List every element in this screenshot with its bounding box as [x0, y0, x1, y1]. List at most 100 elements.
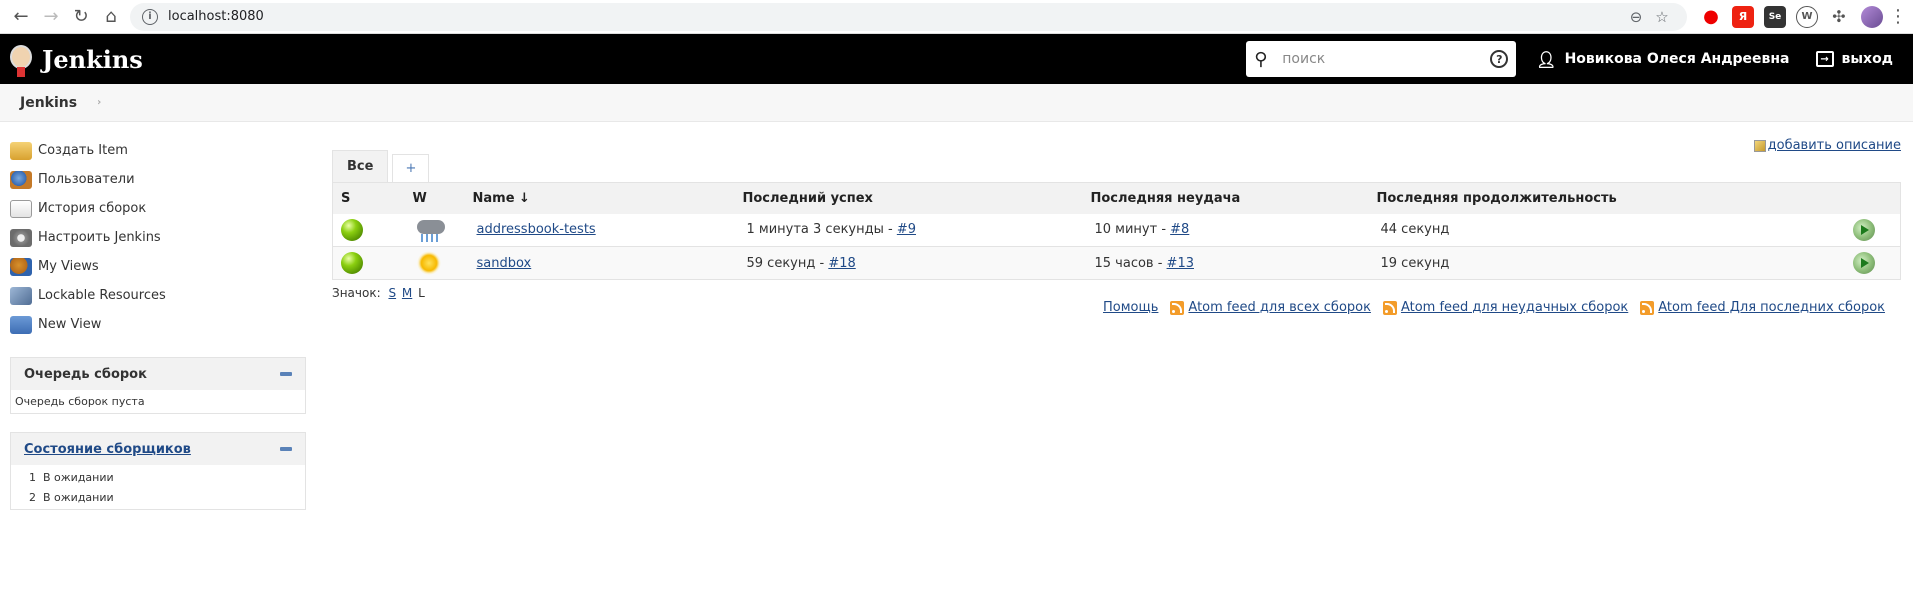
add-description-label: добавить описание [1767, 138, 1901, 153]
job-link[interactable]: addressbook-tests [477, 222, 596, 237]
icon-size-small[interactable]: S [388, 286, 396, 300]
people-icon [10, 170, 32, 189]
yandex-extension-icon[interactable]: Я [1732, 5, 1754, 28]
sidebar-item-label: Создать Item [38, 143, 128, 158]
feed-latest-link[interactable]: Atom feed Для последних сборок [1640, 300, 1885, 315]
footer-links: Помощь Atom feed для всех сборок Atom fe… [332, 300, 1901, 315]
lock-icon [10, 286, 32, 305]
gear-icon [10, 228, 32, 247]
home-icon[interactable]: ⌂ [96, 2, 126, 32]
jenkins-logo-icon[interactable] [8, 41, 34, 77]
sidebar-item-label: Настроить Jenkins [38, 230, 161, 245]
help-icon[interactable]: ? [1490, 50, 1509, 68]
search-box: ⚲ ? [1246, 41, 1517, 77]
status-success-ball-icon[interactable] [341, 218, 363, 241]
help-link[interactable]: Помощь [1103, 300, 1158, 315]
build-link[interactable]: #8 [1170, 222, 1189, 237]
tab-all[interactable]: Все [332, 150, 389, 182]
schedule-build-icon[interactable] [1852, 218, 1875, 241]
column-header-actions [1840, 182, 1901, 214]
bookmark-star-icon[interactable]: ☆ [1649, 4, 1675, 30]
selenium-extension-icon[interactable]: Se [1764, 5, 1786, 28]
table-row: addressbook-tests 1 минута 3 секунды - #… [333, 214, 1901, 247]
executors-panel: Состояние сборщиков 1 В ожидании 2 В ожи… [10, 432, 306, 510]
column-header-last-duration[interactable]: Последняя продолжительность [1368, 182, 1841, 214]
collapse-icon[interactable] [280, 372, 292, 376]
address-bar[interactable]: i localhost:8080 ⊖ ☆ [130, 2, 1687, 31]
folder-icon [10, 315, 32, 334]
column-header-last-failure[interactable]: Последняя неудача [1082, 182, 1369, 214]
status-success-ball-icon[interactable] [341, 252, 363, 274]
browser-menu-icon[interactable]: ⋮ [1889, 6, 1907, 27]
icon-size-medium[interactable]: M [402, 286, 412, 300]
profile-avatar[interactable] [1861, 5, 1883, 28]
column-header-last-success[interactable]: Последний успех [734, 182, 1083, 214]
reload-icon[interactable]: ↻ [66, 2, 96, 32]
column-header-name[interactable]: Name ↓ [464, 182, 735, 214]
sidebar-item-people[interactable]: Пользователи [10, 165, 306, 194]
sidebar-item-lockable-resources[interactable]: Lockable Resources [10, 281, 306, 310]
extensions-puzzle-icon[interactable]: ✣ [1828, 5, 1850, 28]
icon-size-legend: Значок: S M L [332, 286, 1901, 300]
view-tabs: Все + [332, 150, 1901, 182]
build-link[interactable]: #13 [1167, 256, 1194, 271]
opera-extension-icon[interactable]: ● [1700, 5, 1722, 28]
main-content: добавить описание Все + S W Name ↓ После… [306, 136, 1913, 510]
feed-all-link[interactable]: Atom feed для всех сборок [1170, 300, 1371, 315]
build-queue-title: Очередь сборок [24, 366, 147, 382]
build-link[interactable]: #9 [897, 222, 916, 237]
executors-title-link[interactable]: Состояние сборщиков [24, 442, 191, 457]
column-header-weather[interactable]: W [404, 182, 465, 214]
rss-icon [1640, 300, 1655, 315]
collapse-icon[interactable] [280, 447, 292, 451]
url-text: localhost:8080 [168, 9, 264, 24]
rss-icon [1382, 300, 1397, 315]
last-failure-text: 15 часов - [1094, 255, 1167, 271]
sidebar-item-new-view[interactable]: New View [10, 310, 306, 339]
user-link[interactable]: 👤︎ Новикова Олеся Андреевна [1536, 50, 1789, 69]
edit-pencil-icon [1753, 139, 1766, 152]
schedule-build-icon[interactable] [1852, 252, 1875, 274]
last-success-text: 1 минута 3 секунды - [746, 222, 897, 238]
feed-failed-label: Atom feed для неудачных сборок [1400, 300, 1629, 315]
executor-status: В ожидании [43, 470, 114, 484]
feed-failed-link[interactable]: Atom feed для неудачных сборок [1382, 300, 1629, 315]
forward-icon[interactable]: → [36, 2, 66, 32]
jobs-table: S W Name ↓ Последний успех Последняя неу… [332, 182, 1901, 280]
column-header-status[interactable]: S [332, 182, 405, 214]
logout-label: выход [1841, 51, 1893, 67]
add-description-link[interactable]: добавить описание [1753, 138, 1901, 153]
icon-size-label: Значок: [332, 286, 381, 300]
wordpress-extension-icon[interactable]: W [1796, 5, 1818, 28]
sidebar-item-label: New View [38, 317, 102, 332]
breadcrumb-chevron-icon[interactable]: › [97, 97, 101, 108]
last-success-text: 59 секунд - [746, 255, 829, 271]
executors-list: 1 В ожидании 2 В ожидании [11, 465, 305, 509]
zoom-icon[interactable]: ⊖ [1623, 4, 1649, 30]
sidebar-item-my-views[interactable]: My Views [10, 252, 306, 281]
back-icon[interactable]: ← [6, 2, 36, 32]
executor-number: 2 [29, 490, 36, 504]
job-link[interactable]: sandbox [477, 256, 532, 271]
weather-storm-icon[interactable] [416, 218, 445, 242]
sidebar-item-label: Пользователи [38, 172, 135, 187]
new-item-icon [10, 141, 32, 160]
logout-link[interactable]: → выход [1815, 51, 1893, 67]
executor-row: 2 В ожидании [11, 487, 305, 507]
weather-sunny-icon[interactable] [416, 251, 441, 275]
sidebar-item-manage-jenkins[interactable]: Настроить Jenkins [10, 223, 306, 252]
logout-icon: → [1815, 51, 1834, 67]
last-failure-text: 10 минут - [1094, 222, 1171, 238]
sidebar-item-build-history[interactable]: История сборок [10, 194, 306, 223]
breadcrumb-jenkins[interactable]: Jenkins [20, 95, 77, 111]
build-link[interactable]: #18 [828, 256, 855, 271]
tab-add-view[interactable]: + [392, 154, 430, 182]
last-duration-text: 44 секунд [1380, 222, 1450, 238]
sidebar-item-new-item[interactable]: Создать Item [10, 136, 306, 165]
breadcrumb: Jenkins › [0, 84, 1913, 122]
sidebar: Создать Item Пользователи История сборок… [0, 136, 306, 510]
jenkins-logo-text[interactable]: Jenkins [42, 45, 143, 74]
search-input[interactable] [1282, 51, 1491, 67]
feed-latest-label: Atom feed Для последних сборок [1658, 300, 1885, 315]
site-info-icon[interactable]: i [142, 8, 158, 25]
